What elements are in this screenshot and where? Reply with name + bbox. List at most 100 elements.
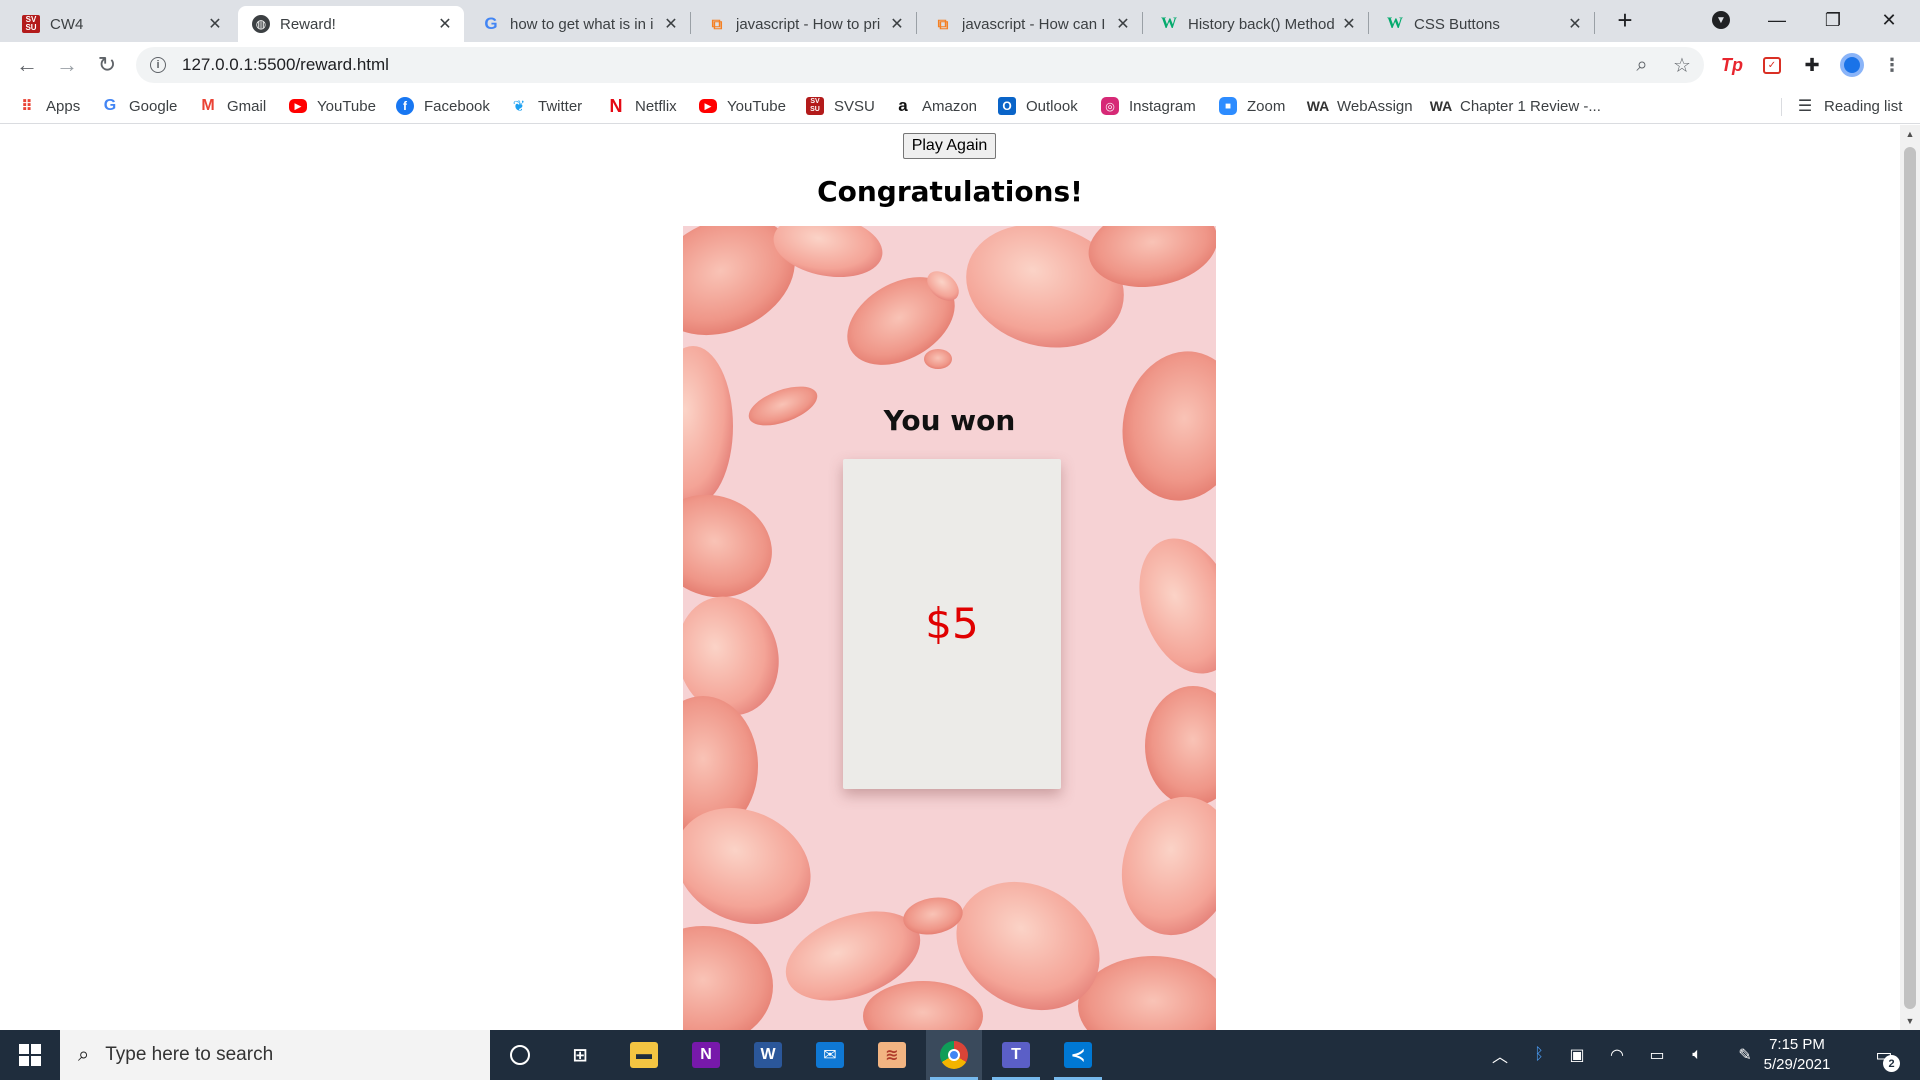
start-button[interactable] xyxy=(0,1030,60,1080)
wifi-icon[interactable]: ◠ xyxy=(1602,1030,1632,1080)
reload-button[interactable]: ↻ xyxy=(91,49,123,81)
bookmark-amazon[interactable]: a Amazon xyxy=(894,94,977,118)
taskbar-vscode[interactable]: ≺ xyxy=(1050,1030,1106,1080)
close-icon[interactable]: ✕ xyxy=(1114,15,1132,33)
notification-count-badge: 2 xyxy=(1883,1055,1900,1072)
outlook-icon: O xyxy=(998,97,1016,115)
stackoverflow-icon: ⧉ xyxy=(711,15,723,33)
menu-button[interactable]: ⋮ xyxy=(1876,49,1908,81)
close-window-button[interactable]: ✕ xyxy=(1866,0,1912,40)
taskbar-file-explorer[interactable]: ▬ xyxy=(616,1030,672,1080)
system-clock[interactable]: 7:15 PM 5/29/2021 xyxy=(1752,1035,1842,1075)
close-icon[interactable]: ✕ xyxy=(1340,15,1358,33)
battery-icon[interactable]: ▭ xyxy=(1642,1030,1672,1080)
bookmark-label: Outlook xyxy=(1026,97,1078,115)
reading-list-label: Reading list xyxy=(1824,97,1903,115)
bookmark-facebook[interactable]: f Facebook xyxy=(396,94,490,118)
play-again-button[interactable]: Play Again xyxy=(903,133,996,159)
url-text[interactable]: 127.0.0.1:5500/reward.html xyxy=(182,55,389,75)
back-button[interactable]: ← xyxy=(11,49,43,81)
stack-app-icon: ≋ xyxy=(878,1042,906,1068)
reward-card: You won $5 xyxy=(683,226,1216,1030)
info-icon[interactable]: i xyxy=(150,57,166,73)
bookmark-google[interactable]: G Google xyxy=(101,94,178,118)
zoom-button[interactable]: ⌕ xyxy=(1626,49,1658,81)
tab-cw4[interactable]: SV SU CW4 ✕ xyxy=(8,6,234,42)
bookmark-webassign[interactable]: WA WebAssign xyxy=(1307,94,1413,118)
taskbar-stack-app[interactable]: ≋ xyxy=(864,1030,920,1080)
close-icon[interactable]: ✕ xyxy=(662,15,680,33)
more-vertical-icon: ⋮ xyxy=(1883,54,1901,75)
show-hidden-icons-button[interactable]: ︿ xyxy=(1484,1030,1516,1080)
close-icon[interactable]: ✕ xyxy=(1566,15,1584,33)
close-icon[interactable]: ✕ xyxy=(206,15,224,33)
minimize-button[interactable]: — xyxy=(1754,0,1800,40)
bluetooth-tray-icon[interactable]: ᛒ xyxy=(1524,1030,1554,1080)
bookmark-label: Twitter xyxy=(538,97,583,115)
tab-search-button[interactable]: ▼ xyxy=(1698,0,1744,40)
tab-strip: SV SU CW4 ✕ ◍ Reward! ✕ G how to get what… xyxy=(0,0,1920,42)
tab-separator xyxy=(690,12,691,34)
tab-history-back[interactable]: W History back() Method ✕ xyxy=(1146,6,1368,42)
extensions-button[interactable]: ✚ xyxy=(1796,49,1828,81)
bookmark-label: SVSU xyxy=(834,97,875,115)
taskbar-search-box[interactable]: ⌕ Type here to search xyxy=(60,1030,490,1080)
vertical-scrollbar[interactable]: ▲ ▼ xyxy=(1900,125,1920,1030)
windows-taskbar: ⌕ Type here to search ⊞ ▬ N W ✉ ≋ T ≺ ︿ … xyxy=(0,1030,1920,1080)
vscode-icon: ≺ xyxy=(1064,1042,1092,1068)
stackoverflow-icon: ⧉ xyxy=(937,15,949,33)
bookmark-star-button[interactable]: ☆ xyxy=(1666,49,1698,81)
close-icon[interactable]: ✕ xyxy=(436,15,454,33)
bookmark-outlook[interactable]: O Outlook xyxy=(998,94,1078,118)
tab-google-search[interactable]: G how to get what is in i ✕ xyxy=(468,6,690,42)
scroll-up-arrow-icon[interactable]: ▲ xyxy=(1900,125,1920,143)
bookmark-netflix[interactable]: N Netflix xyxy=(607,94,677,118)
page-title: Congratulations! xyxy=(817,175,1083,208)
bookmark-gmail[interactable]: M Gmail xyxy=(199,94,266,118)
task-view-button[interactable]: ⊞ xyxy=(552,1030,608,1080)
device-tray-icon[interactable]: ▣ xyxy=(1562,1030,1592,1080)
profile-button[interactable] xyxy=(1836,49,1868,81)
tab-stackoverflow-1[interactable]: ⧉ javascript - How to pri ✕ xyxy=(694,6,916,42)
arrow-right-icon: → xyxy=(56,52,78,77)
bookmark-instagram[interactable]: ◎ Instagram xyxy=(1101,94,1196,118)
extension-pocket-button[interactable]: ✓ xyxy=(1756,49,1788,81)
tab-css-buttons[interactable]: W CSS Buttons ✕ xyxy=(1372,6,1594,42)
google-icon: G xyxy=(103,97,117,114)
new-tab-button[interactable]: + xyxy=(1602,0,1648,40)
tab-title: CW4 xyxy=(50,15,84,33)
bookmark-youtube[interactable]: ▶ YouTube xyxy=(289,94,376,118)
tab-title: javascript - How to pri xyxy=(736,15,881,33)
windows-logo-icon xyxy=(19,1044,41,1066)
close-icon[interactable]: ✕ xyxy=(888,15,906,33)
folder-icon: ▬ xyxy=(630,1042,658,1068)
bookmark-zoom[interactable]: ■ Zoom xyxy=(1219,94,1285,118)
tab-title: CSS Buttons xyxy=(1414,15,1500,33)
reading-list-button[interactable]: ☰ Reading list xyxy=(1796,94,1903,118)
tab-reward[interactable]: ◍ Reward! ✕ xyxy=(238,6,464,42)
taskbar-word[interactable]: W xyxy=(740,1030,796,1080)
taskbar-chrome[interactable] xyxy=(926,1030,982,1080)
bookmark-chapter-review[interactable]: WA Chapter 1 Review -... xyxy=(1430,94,1601,118)
tab-title: javascript - How can I xyxy=(962,15,1106,33)
forward-button[interactable]: → xyxy=(51,49,83,81)
svsu-icon: SV SU xyxy=(22,15,40,33)
taskbar-mail[interactable]: ✉ xyxy=(802,1030,858,1080)
restore-button[interactable]: ❐ xyxy=(1810,0,1856,40)
action-center-button[interactable]: ▭ 2 xyxy=(1860,1030,1908,1080)
bookmark-apps[interactable]: ⠿ Apps xyxy=(18,94,80,118)
bookmark-svsu[interactable]: SV SU SVSU xyxy=(806,94,875,118)
tab-stackoverflow-2[interactable]: ⧉ javascript - How can I ✕ xyxy=(920,6,1142,42)
taskbar-onenote[interactable]: N xyxy=(678,1030,734,1080)
address-bar[interactable]: i 127.0.0.1:5500/reward.html xyxy=(136,47,1704,83)
extension-tp-button[interactable]: Tp xyxy=(1716,49,1748,81)
tab-title: Reward! xyxy=(280,15,336,33)
cortana-button[interactable] xyxy=(492,1030,548,1080)
bookmark-twitter[interactable]: ❦ Twitter xyxy=(510,94,582,118)
volume-icon[interactable]: 🔈︎ xyxy=(1682,1030,1712,1080)
bookmark-youtube-2[interactable]: ▶ YouTube xyxy=(699,94,786,118)
scroll-thumb[interactable] xyxy=(1904,147,1916,1009)
taskbar-teams[interactable]: T xyxy=(988,1030,1044,1080)
magnifier-icon: ⌕ xyxy=(1636,53,1648,76)
scroll-down-arrow-icon[interactable]: ▼ xyxy=(1900,1012,1920,1030)
